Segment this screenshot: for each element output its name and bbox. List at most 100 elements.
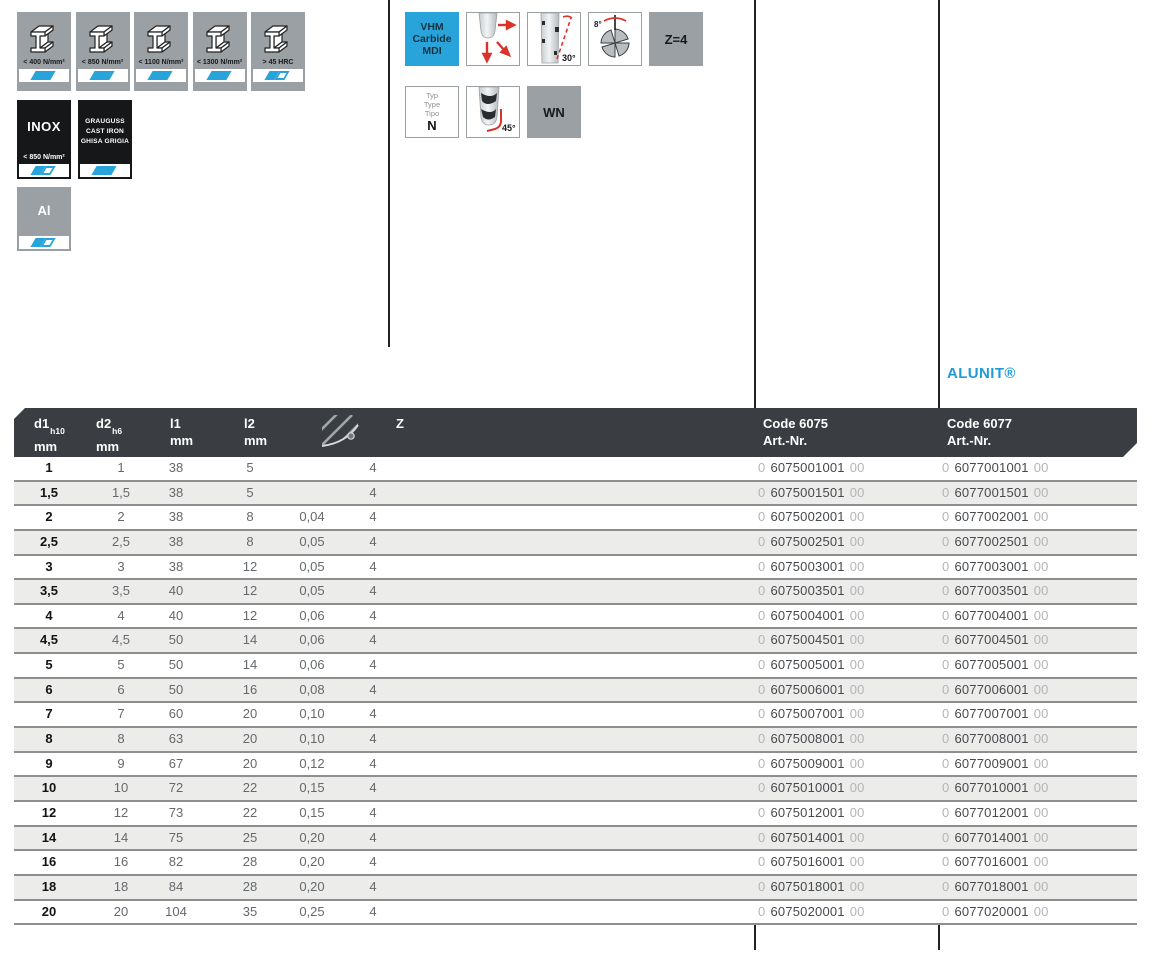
material-steel-box: < 1300 N/mm² [193,12,247,91]
dimension-table: d1h10 mm d2h6 mm l1 mm l2 mm [14,408,1137,925]
cell-code-6075: 0 6075016001 00 [758,851,865,873]
cell-d2: 2 [92,506,150,528]
cell-l1: 82 [147,851,205,873]
ibeam-icon [17,12,71,58]
cell-l1: 72 [147,777,205,799]
cell-l2: 5 [221,457,279,479]
steel-grade-icons: < 400 N/mm² [17,12,305,91]
table-row: 4 4 40 12 0,06 4 0 6075004001 00 0 60770… [14,605,1137,630]
cell-code-6077: 0 6077008001 00 [942,728,1049,750]
cell-code-6075: 0 6075010001 00 [758,777,865,799]
cell-radius: 0,08 [283,679,341,701]
cell-l2: 8 [221,506,279,528]
cell-l1: 40 [147,580,205,602]
table-row: 16 16 82 28 0,20 4 0 6075016001 00 0 607… [14,851,1137,876]
ibeam-icon [251,12,305,58]
icon-section-divider [388,0,390,347]
castiron-labels: GRAUGUSS CAST IRON GHISA GRIGIA [78,100,132,162]
table-body: 1 1 38 5 4 0 6075001001 00 0 6077001001 … [14,457,1137,925]
cell-z: 4 [344,605,402,627]
cell-code-6077: 0 6077003001 00 [942,556,1049,578]
material-steel-box: < 400 N/mm² [17,12,71,91]
cell-d1: 2,5 [20,531,78,553]
cell-code-6075: 0 6075007001 00 [758,703,865,725]
cell-l2: 12 [221,605,279,627]
cell-d2: 14 [92,827,150,849]
cell-l2: 22 [221,777,279,799]
table-row: 5 5 50 14 0,06 4 0 6075005001 00 0 60770… [14,654,1137,679]
cell-l1: 50 [147,679,205,701]
material-steel-box: < 850 N/mm² [76,12,130,91]
cell-code-6077: 0 6077005001 00 [942,654,1049,676]
cell-code-6077: 0 6077010001 00 [942,777,1049,799]
catalog-page: < 400 N/mm² [0,0,1153,961]
table-row: 20 20 104 35 0,25 4 0 6075020001 00 0 60… [14,901,1137,926]
cell-radius: 0,05 [283,580,341,602]
ibeam-icon [134,12,188,58]
cell-z: 4 [344,777,402,799]
table-row: 6 6 50 16 0,08 4 0 6075006001 00 0 60770… [14,679,1137,704]
corner-chamfer-icon: 45° [466,86,520,138]
cell-l2: 20 [221,753,279,775]
cell-l2: 14 [221,654,279,676]
cell-l2: 35 [221,901,279,923]
indicator-band [19,236,69,249]
material-strength-label: < 1100 N/mm² [134,58,188,67]
header-z: Z [396,415,404,432]
cell-d1: 1 [20,457,78,479]
cell-d1: 18 [20,876,78,898]
cell-l2: 28 [221,876,279,898]
cell-radius: 0,06 [283,605,341,627]
alunit-brand: ALUNIT® [947,365,1016,382]
cell-code-6077: 0 6077009001 00 [942,753,1049,775]
suitability-chip-icon [26,237,62,248]
table-row: 8 8 63 20 0,10 4 0 6075008001 00 0 60770… [14,728,1137,753]
cell-z: 4 [344,654,402,676]
cell-l2: 28 [221,851,279,873]
cell-code-6075: 0 6075002001 00 [758,506,865,528]
table-row: 1 1 38 5 4 0 6075001001 00 0 6077001001 … [14,457,1137,482]
aluminium-title: Al [38,203,51,218]
cell-z: 4 [344,827,402,849]
header-code-6075: Code 6075 Art.-Nr. [763,415,828,449]
material-aluminium-box: Al [17,187,71,251]
cell-z: 4 [344,580,402,602]
cell-l2: 12 [221,580,279,602]
cell-d2: 20 [92,901,150,923]
cell-d2: 1 [92,457,150,479]
cell-d2: 18 [92,876,150,898]
cell-radius: 0,20 [283,851,341,873]
cell-code-6075: 0 6075012001 00 [758,802,865,824]
cell-code-6075: 0 6075020001 00 [758,901,865,923]
cell-radius: 0,20 [283,827,341,849]
indicator-band [136,69,186,82]
cell-radius: 0,06 [283,654,341,676]
cell-d1: 20 [20,901,78,923]
cell-radius: 0,15 [283,802,341,824]
cell-z: 4 [344,703,402,725]
material-strength-label: > 45 HRC [251,58,305,67]
cell-code-6077: 0 6077007001 00 [942,703,1049,725]
cell-d1: 7 [20,703,78,725]
cell-z: 4 [344,506,402,528]
cell-code-6075: 0 6075004501 00 [758,629,865,651]
material-strength-label: < 850 N/mm² [76,58,130,67]
suitability-chip-icon [260,70,296,81]
table-header: d1h10 mm d2h6 mm l1 mm l2 mm [14,408,1137,457]
cell-z: 4 [344,901,402,923]
cell-d1: 6 [20,679,78,701]
cell-d2: 9 [92,753,150,775]
cell-z: 4 [344,629,402,651]
cell-l2: 25 [221,827,279,849]
cell-d2: 4 [92,605,150,627]
cell-l1: 63 [147,728,205,750]
cell-radius: 0,12 [283,753,341,775]
cell-code-6075: 0 6075001501 00 [758,482,865,504]
cell-d1: 14 [20,827,78,849]
table-row: 14 14 75 25 0,20 4 0 6075014001 00 0 607… [14,827,1137,852]
table-row: 2 2 38 8 0,04 4 0 6075002001 00 0 607700… [14,506,1137,531]
cell-code-6077: 0 6077004001 00 [942,605,1049,627]
cell-code-6075: 0 6075018001 00 [758,876,865,898]
cell-radius: 0,04 [283,506,341,528]
material-strength-label: < 1300 N/mm² [193,58,247,67]
